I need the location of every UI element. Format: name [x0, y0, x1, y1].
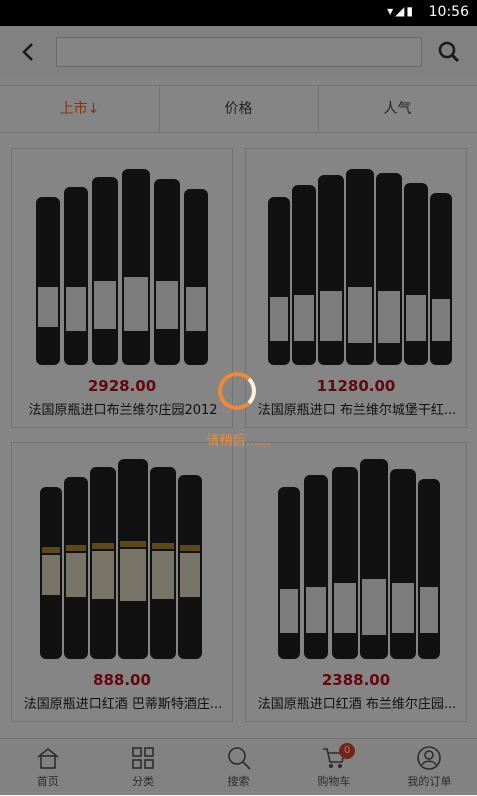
loading-overlay	[0, 26, 477, 795]
status-bar: ▾◢▮ 10:56	[0, 0, 477, 26]
loading-spinner-icon	[218, 372, 256, 410]
status-time: 10:56	[428, 4, 469, 20]
loading-text: 请稍后......	[206, 434, 271, 449]
signal-battery-icons: ▾◢▮	[387, 4, 415, 18]
